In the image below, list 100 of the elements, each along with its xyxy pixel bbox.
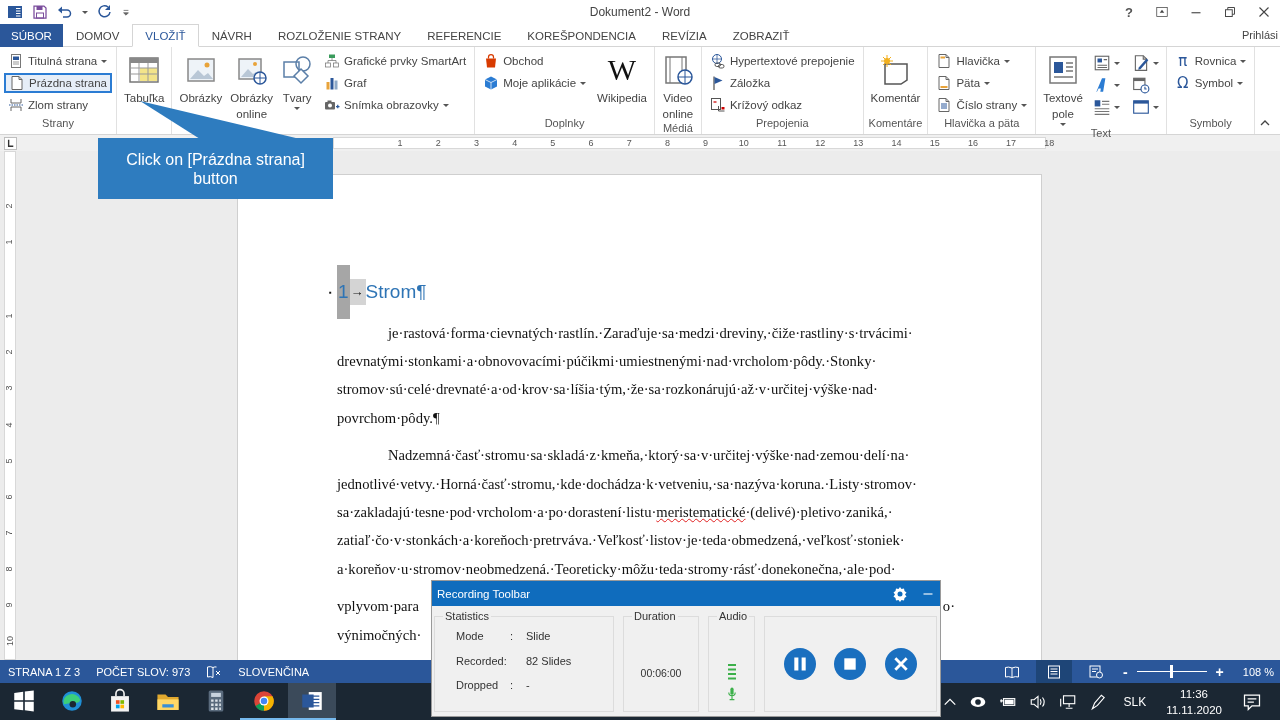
section-label: Duration — [633, 610, 677, 622]
ribbon-button[interactable]: Obrázky online — [227, 49, 277, 122]
caret-icon — [1113, 61, 1120, 65]
stat-value: Slide — [526, 630, 551, 643]
clock-date[interactable]: 11.11.2020 — [1166, 701, 1222, 718]
page-icon — [9, 75, 25, 91]
section-label: Audio — [718, 610, 749, 622]
zoom-level[interactable]: 108 % — [1242, 665, 1274, 678]
cube-icon — [483, 75, 500, 91]
chevron-up-icon[interactable] — [1260, 118, 1270, 128]
group-label: Médiá — [662, 122, 693, 134]
undo-icon[interactable] — [57, 4, 73, 20]
ribbon-button[interactable]: Záložka — [705, 73, 859, 93]
ribbon-button[interactable]: Prázdna strana — [4, 73, 112, 93]
tab-stop-icon[interactable] — [4, 136, 17, 150]
speaker-icon[interactable] — [1029, 692, 1048, 711]
ruler-number: 9 — [4, 602, 16, 608]
calendar-icon — [1131, 76, 1150, 94]
section-label: Statistics — [444, 610, 490, 622]
app-icon[interactable] — [7, 4, 23, 20]
ribbon-display-icon[interactable] — [1156, 6, 1168, 18]
separator: : — [510, 630, 514, 643]
ribbon-button[interactable]: Moje aplikácie — [479, 73, 591, 93]
ribbon-button[interactable]: Číslo strany — [932, 95, 1032, 115]
close-button[interactable] — [884, 648, 917, 680]
slider-thumb[interactable] — [1170, 665, 1174, 678]
restore-icon[interactable] — [1224, 6, 1236, 18]
ribbon-button[interactable]: Titulná strana — [4, 51, 112, 71]
ruler-number: 10 — [737, 138, 750, 148]
ribbon-tab[interactable]: NÁVRH — [198, 24, 265, 47]
language-status[interactable]: SLOVENČINA — [238, 665, 310, 678]
settings-icon[interactable] — [892, 585, 908, 602]
duration-value: 00:06:00 — [640, 667, 682, 679]
help-button[interactable]: ? — [1124, 3, 1134, 21]
ruler-number: 14 — [890, 138, 903, 148]
ribbon-button[interactable]: Graf — [320, 73, 471, 93]
stop-button[interactable] — [834, 648, 867, 680]
page-break-icon — [8, 97, 24, 113]
glyph-icon: W — [607, 54, 637, 86]
input-language[interactable]: SLK — [1123, 694, 1147, 709]
ribbon-button[interactable]: Hypertextové prepojenie — [705, 51, 859, 71]
sign-in-link[interactable]: Prihlási — [1241, 29, 1280, 41]
caret-icon — [1003, 59, 1010, 63]
ribbon-button[interactable]: Video online — [658, 49, 697, 122]
ribbon-button[interactable]: π Rovnica — [1170, 51, 1251, 71]
ribbon-button[interactable]: Komentár — [867, 49, 924, 117]
ruler-number: 7 — [4, 530, 16, 536]
ribbon-button[interactable]: Tvary — [278, 49, 317, 122]
ribbon-tab[interactable]: KOREŠPONDENCIA — [514, 24, 649, 47]
word-count[interactable]: POČET SLOV: 973 — [96, 665, 191, 678]
zoom-in-button[interactable]: + — [1212, 663, 1227, 680]
cross-reference-icon — [709, 97, 726, 113]
window-icon — [1131, 98, 1150, 116]
ruler-number: 1 — [4, 239, 16, 245]
ribbon-tab[interactable]: REFERENCIE — [414, 24, 515, 47]
pen-icon[interactable] — [1089, 692, 1108, 711]
proofing-icon[interactable] — [206, 663, 223, 680]
ribbon-button[interactable]: Obchod — [479, 51, 591, 71]
ribbon-button[interactable]: Textové pole — [1040, 49, 1086, 127]
view-button[interactable] — [1035, 660, 1072, 683]
ribbon-button[interactable]: Zlom strany — [4, 95, 112, 115]
ribbon-button[interactable]: Krížový odkaz — [705, 95, 859, 115]
notification-icon[interactable] — [1242, 691, 1262, 712]
close-icon[interactable] — [1258, 6, 1270, 18]
ribbon-button[interactable]: Ω Symbol — [1170, 73, 1251, 93]
ribbon-tab[interactable]: REVÍZIA — [649, 24, 720, 47]
ribbon-tab[interactable]: ROZLOŽENIE STRANY — [264, 24, 415, 47]
clock-time[interactable]: 11:36 — [1180, 685, 1209, 702]
stat-value: - — [526, 679, 530, 692]
ribbon-button[interactable]: Päta — [932, 73, 1032, 93]
zoom-out-button[interactable]: - — [1119, 663, 1131, 680]
page-count[interactable]: STRANA 1 Z 3 — [8, 665, 81, 678]
redo-icon[interactable] — [97, 4, 113, 20]
stat-label: Recorded: — [456, 654, 508, 667]
text-fragment: výnimočných· — [337, 626, 422, 644]
ribbon-button[interactable]: W Wikipedia — [594, 49, 650, 117]
ribbon-tab[interactable]: SÚBOR — [0, 24, 63, 47]
paragraph-mark: ▪ — [329, 287, 333, 297]
ribbon-button[interactable]: Snímka obrazovky — [320, 95, 471, 115]
ribbon-tab[interactable]: DOMOV — [62, 24, 133, 47]
taskbar-app[interactable] — [288, 683, 336, 720]
customize-icon[interactable] — [122, 8, 130, 16]
pause-button[interactable] — [784, 648, 817, 680]
ribbon-button[interactable]: Hlavička — [932, 51, 1032, 71]
ruler-number: 8 — [4, 566, 16, 572]
ruler-number: 10 — [4, 635, 16, 646]
caret-icon — [1113, 83, 1120, 87]
caret-icon — [580, 81, 587, 85]
ribbon-tab[interactable]: VLOŽIŤ — [132, 24, 199, 47]
caret-icon — [1152, 61, 1159, 65]
network-icon[interactable] — [1059, 692, 1078, 711]
save-icon[interactable] — [32, 4, 48, 20]
ruler-number: 13 — [852, 138, 865, 148]
ribbon-button[interactable]: Grafické prvky SmartArt — [320, 51, 471, 71]
caret-icon[interactable] — [82, 10, 88, 14]
ribbon-tab[interactable]: ZOBRAZIŤ — [719, 24, 803, 47]
ruler-number: 2 — [4, 349, 16, 355]
stat-value: 82 Slides — [526, 654, 572, 667]
ruler-number: 2 — [434, 138, 442, 148]
ruler-number: 4 — [511, 138, 519, 148]
